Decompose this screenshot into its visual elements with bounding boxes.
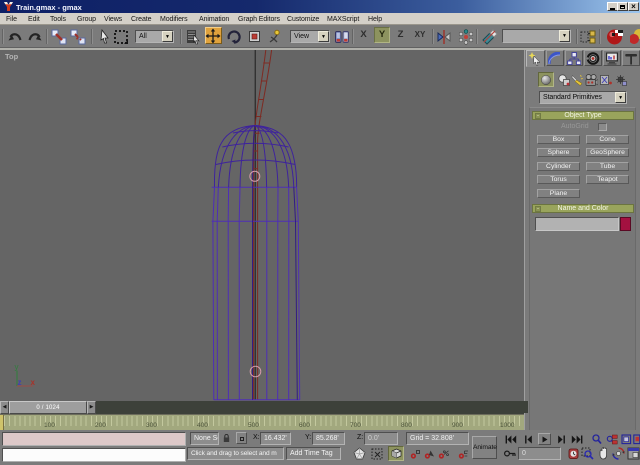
svg-text:x: x <box>31 378 36 387</box>
svg-text:z: z <box>18 378 22 387</box>
svg-text:y: y <box>15 362 19 371</box>
